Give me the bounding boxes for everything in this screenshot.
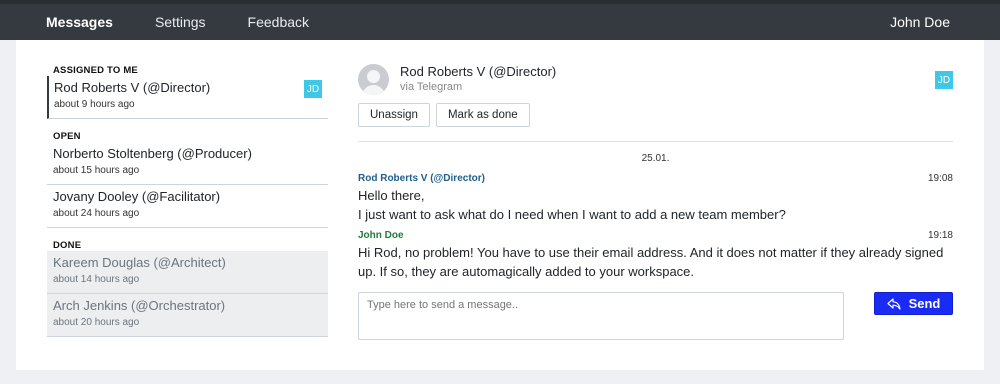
- section-title-open: OPEN: [53, 131, 81, 142]
- conversation-time: about 15 hours ago: [53, 165, 140, 176]
- assignee-badge[interactable]: JD: [935, 71, 953, 89]
- compose-area: Send: [358, 292, 953, 340]
- message-author: Rod Roberts V (@Director): [358, 173, 485, 184]
- unassign-button[interactable]: Unassign: [358, 103, 430, 127]
- conversation-item-norberto[interactable]: Norberto Stoltenberg (@Producer) about 1…: [47, 142, 328, 185]
- message-time: 19:18: [927, 230, 953, 241]
- date-separator: 25.01.: [641, 153, 670, 164]
- conversation-item-jovany[interactable]: Jovany Dooley (@Facilitator) about 24 ho…: [47, 185, 328, 228]
- nav-feedback[interactable]: Feedback: [248, 14, 309, 30]
- contact-channel: via Telegram: [400, 81, 463, 93]
- message: Rod Roberts V (@Director) 19:08 Hello th…: [358, 173, 953, 224]
- top-navbar: Messages Settings Feedback John Doe: [0, 0, 1000, 40]
- message-body: Hello there, I just want to ask what do …: [358, 186, 953, 224]
- conversation-time: about 20 hours ago: [53, 317, 140, 328]
- conversation-name: Kareem Douglas (@Architect): [53, 255, 226, 270]
- conversation-header: Rod Roberts V (@Director) via Telegram J…: [358, 62, 953, 96]
- user-menu[interactable]: John Doe: [890, 14, 950, 30]
- conversation-list: ASSIGNED TO ME Rod Roberts V (@Director)…: [47, 62, 328, 337]
- assignee-badge: JD: [304, 80, 322, 98]
- message-line: I just want to ask what do I need when I…: [358, 207, 786, 222]
- conversation-time: about 14 hours ago: [53, 274, 140, 285]
- conversation-item-rod-roberts[interactable]: Rod Roberts V (@Director) about 9 hours …: [47, 76, 328, 119]
- section-title-assigned: ASSIGNED TO ME: [53, 65, 138, 76]
- message-author: John Doe: [358, 230, 404, 241]
- contact-name: Rod Roberts V (@Director): [400, 64, 557, 79]
- conversation-name: Norberto Stoltenberg (@Producer): [53, 146, 252, 161]
- conversation-name: Arch Jenkins (@Orchestrator): [53, 298, 226, 313]
- section-title-done: DONE: [53, 240, 82, 251]
- message-line: Hi Rod, no problem! You have to use thei…: [358, 245, 944, 260]
- conversation-time: about 24 hours ago: [53, 208, 140, 219]
- message-body: Hi Rod, no problem! You have to use thei…: [358, 243, 953, 281]
- message-input[interactable]: [358, 292, 844, 340]
- divider: [358, 141, 953, 142]
- conversation-actions: Unassign Mark as done: [358, 103, 953, 127]
- conversation-item-arch[interactable]: Arch Jenkins (@Orchestrator) about 20 ho…: [47, 294, 328, 337]
- reply-arrow-icon: [886, 297, 901, 310]
- conversation-panel: Rod Roberts V (@Director) via Telegram J…: [358, 62, 953, 340]
- message: John Doe 19:18 Hi Rod, no problem! You h…: [358, 230, 953, 281]
- conversation-name: Jovany Dooley (@Facilitator): [53, 189, 221, 204]
- send-button[interactable]: Send: [874, 292, 953, 315]
- user-avatar-icon: [358, 64, 389, 95]
- message-time: 19:08: [927, 173, 953, 184]
- inbox-card: ASSIGNED TO ME Rod Roberts V (@Director)…: [16, 40, 984, 370]
- conversation-item-kareem[interactable]: Kareem Douglas (@Architect) about 14 hou…: [47, 251, 328, 294]
- conversation-time: about 9 hours ago: [54, 99, 135, 110]
- send-label: Send: [908, 296, 941, 311]
- message-line: Hello there,: [358, 188, 425, 203]
- nav-messages[interactable]: Messages: [46, 14, 113, 30]
- conversation-name: Rod Roberts V (@Director): [54, 80, 211, 95]
- message-line: up. If so, they are automagically added …: [358, 264, 695, 279]
- mark-done-button[interactable]: Mark as done: [435, 103, 530, 127]
- nav-settings[interactable]: Settings: [155, 14, 206, 30]
